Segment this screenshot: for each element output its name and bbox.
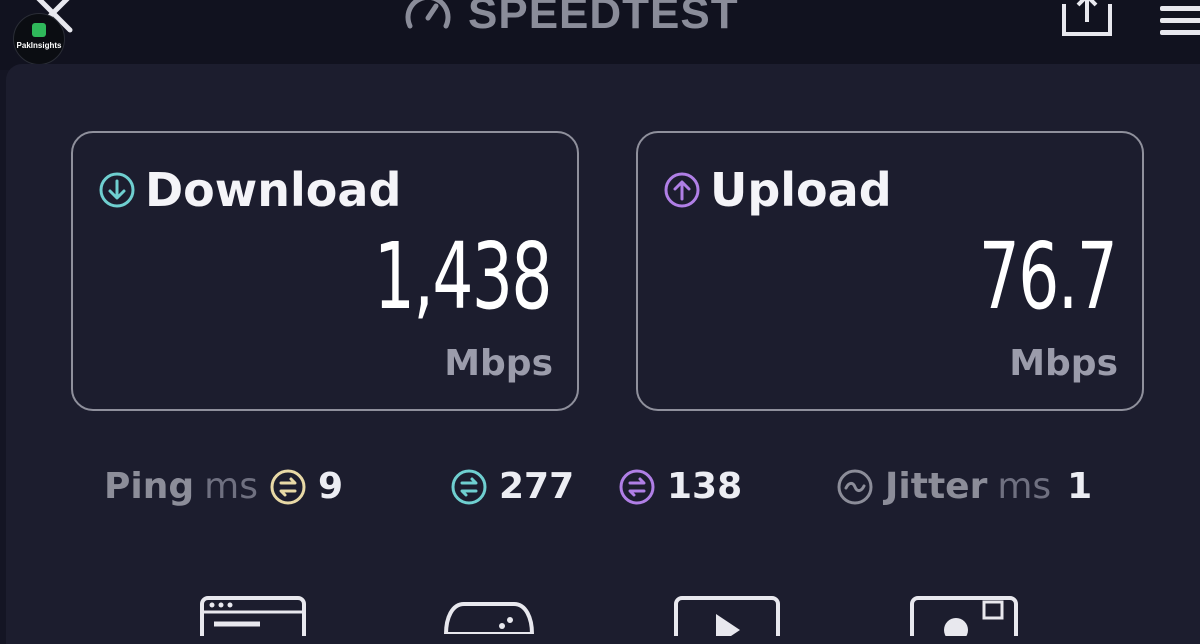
ping-label: Ping: [104, 466, 195, 507]
download-arrow-icon: [99, 172, 135, 208]
hamburger-menu-icon[interactable]: [1160, 6, 1200, 36]
download-card: Download 1,438 Mbps: [71, 131, 579, 411]
ping-upload-value: 138: [667, 466, 743, 507]
share-icon[interactable]: [1058, 0, 1116, 40]
upload-speed-value: 76.7: [978, 223, 1118, 330]
site-logo: PakInsights: [13, 13, 65, 65]
upload-unit: Mbps: [1009, 343, 1118, 384]
jitter-wave-icon: [837, 469, 873, 504]
profile-card-icon[interactable]: [910, 596, 1018, 636]
ping-download-stat: 277: [449, 466, 574, 507]
ping-unit: ms: [204, 466, 258, 507]
download-header: Download: [97, 163, 401, 217]
upload-header: Upload: [662, 163, 892, 217]
logo-mark-icon: [32, 23, 46, 37]
download-latency-icon: [451, 469, 487, 504]
idle-latency-icon: [270, 469, 306, 504]
download-unit: Mbps: [444, 343, 553, 384]
upload-card: Upload 76.7 Mbps: [636, 131, 1144, 411]
jitter-label: Jitter: [885, 466, 988, 507]
ping-idle-value: 9: [317, 466, 344, 507]
ping-download-value: 277: [499, 466, 575, 507]
top-bar: PakInsights SPEEDTEST: [0, 0, 1200, 70]
download-label: Download: [145, 163, 402, 217]
upload-label: Upload: [710, 163, 892, 217]
ping-idle-stat: Ping ms 9: [104, 466, 343, 507]
browser-icon[interactable]: [200, 596, 306, 636]
speedometer-icon: [405, 0, 451, 29]
upload-arrow-icon: [664, 172, 700, 208]
app-title: SPEEDTEST: [468, 0, 739, 38]
gamepad-icon[interactable]: [444, 600, 534, 634]
jitter-value: 1: [1067, 466, 1093, 507]
logo-text: PakInsights: [16, 41, 62, 50]
app-brand: SPEEDTEST: [400, 0, 739, 42]
video-play-icon[interactable]: [674, 596, 780, 636]
ping-upload-stat: 138: [617, 466, 742, 507]
download-speed-value: 1,438: [374, 223, 553, 330]
jitter-unit: ms: [997, 466, 1052, 507]
upload-latency-icon: [619, 469, 655, 504]
latency-row: Ping ms 9 277 138 Jitter ms 1: [0, 466, 1200, 522]
jitter-stat: Jitter ms 1: [835, 466, 1092, 507]
